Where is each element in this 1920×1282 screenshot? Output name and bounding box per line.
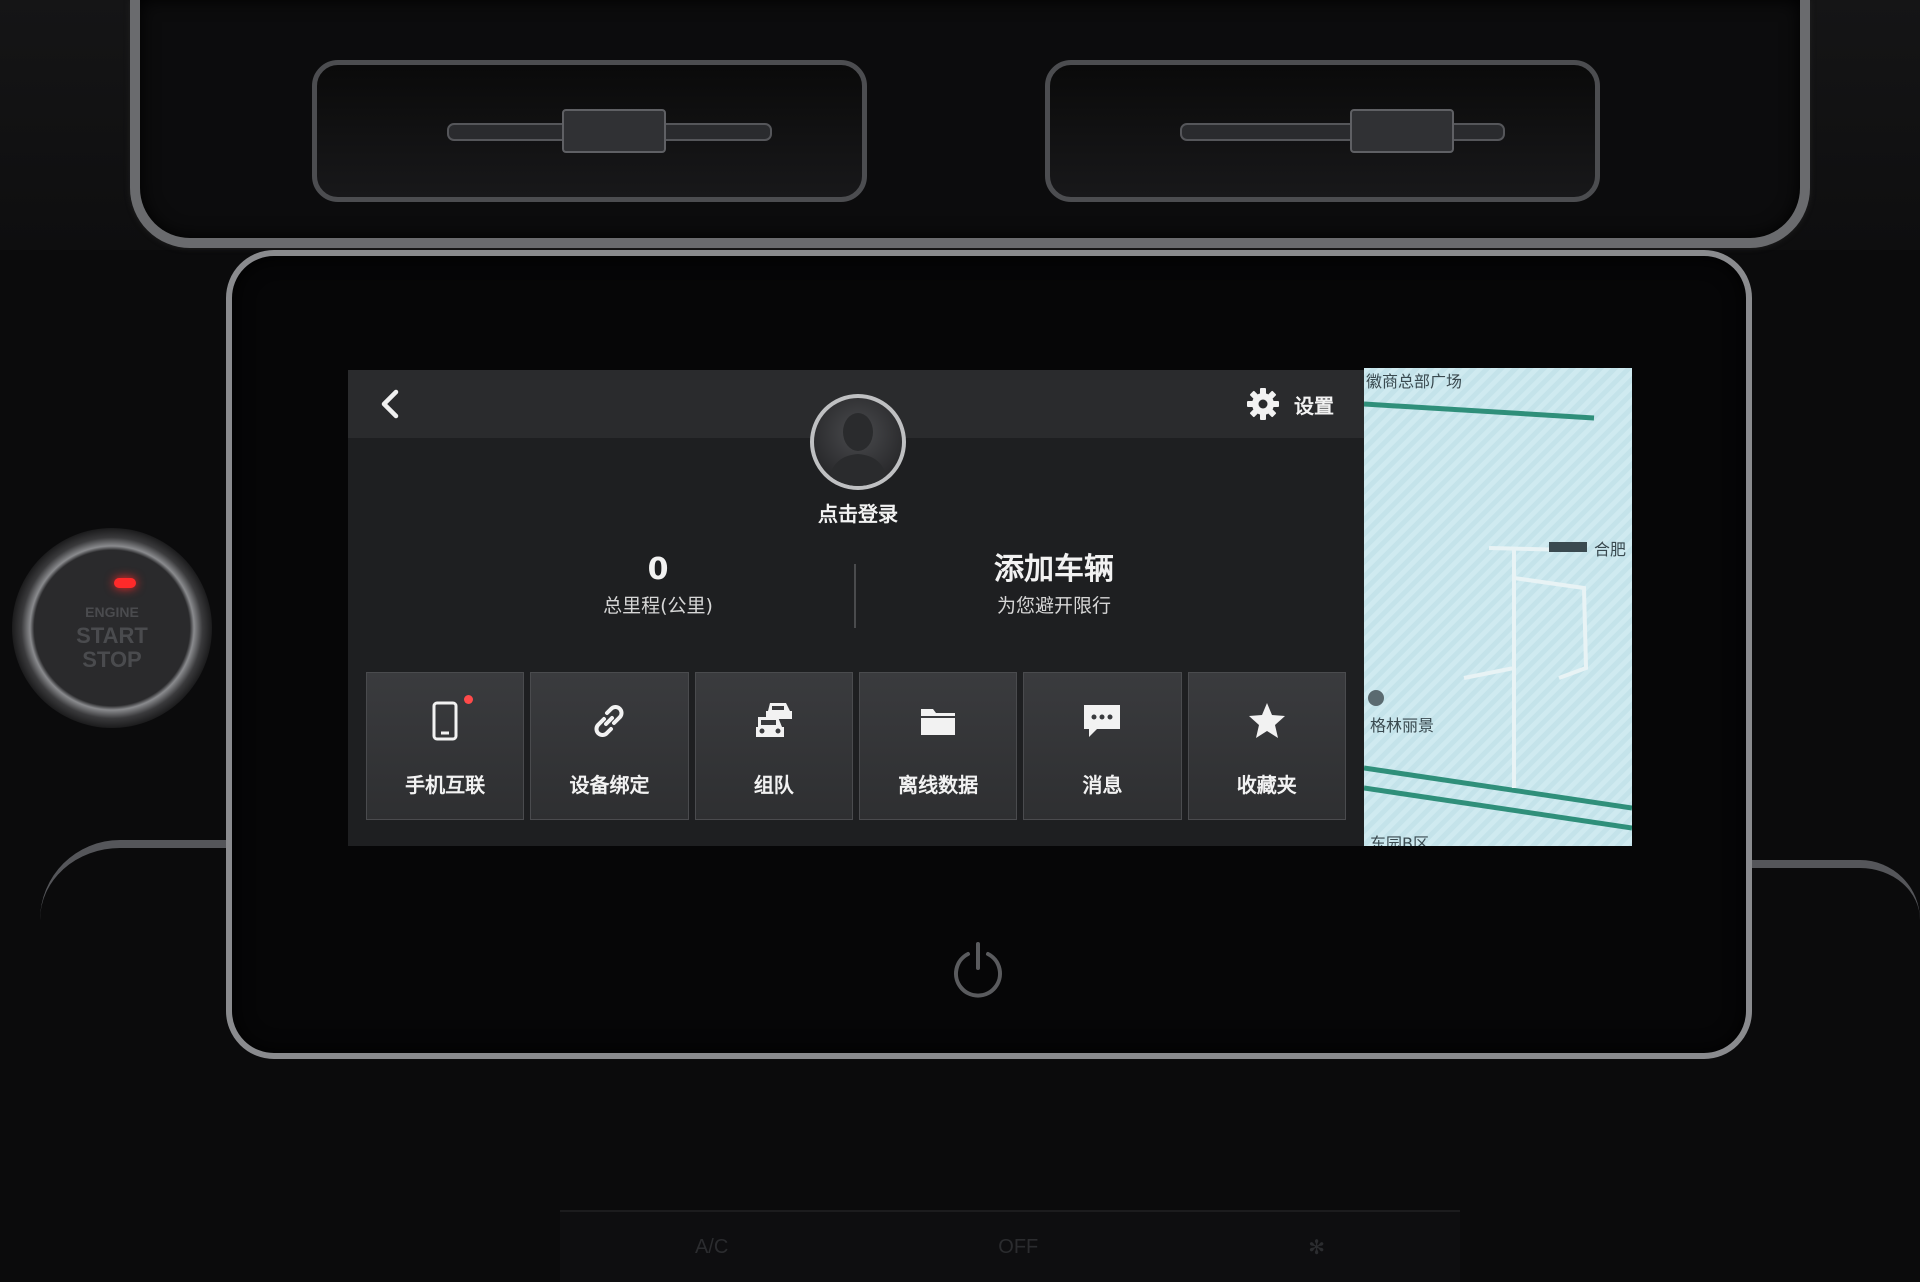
tile-messages[interactable]: 消息 <box>1023 672 1182 820</box>
tile-label: 离线数据 <box>898 773 979 797</box>
chevron-left-icon <box>381 389 399 419</box>
off-button[interactable]: OFF <box>998 1236 1038 1259</box>
power-icon[interactable] <box>950 938 1006 998</box>
team-cars-icon <box>755 703 792 737</box>
phone-icon <box>432 701 458 741</box>
user-avatar[interactable] <box>810 394 906 490</box>
map-panel[interactable]: 徽商总部广场 合肥 格林丽景 东园B区 <box>1364 368 1632 846</box>
stats-divider <box>854 564 856 628</box>
gear-icon <box>1247 388 1279 420</box>
feature-tiles: 手机互联 设备绑定 组队 离线数据 消息 收藏夹 <box>366 672 1346 820</box>
air-vent-trim <box>130 0 1810 248</box>
stats-row: 0 总里程(公里) 添加车辆 为您避开限行 <box>348 550 1364 640</box>
user-silhouette-icon <box>828 413 888 486</box>
air-vent-right[interactable] <box>1045 60 1600 202</box>
add-vehicle-subtitle: 为您避开限行 <box>996 595 1111 617</box>
add-vehicle-button[interactable]: 添加车辆 为您避开限行 <box>904 550 1204 622</box>
notification-dot <box>464 695 473 704</box>
air-vent-left[interactable] <box>312 60 867 202</box>
tile-label: 收藏夹 <box>1236 773 1297 797</box>
fan-icon[interactable]: ✻ <box>1308 1235 1325 1260</box>
tile-offline-data[interactable]: 离线数据 <box>858 672 1018 820</box>
star-icon <box>1248 703 1285 738</box>
mileage-label: 总里程(公里) <box>603 595 713 617</box>
vent-slat <box>1180 123 1505 141</box>
dash-trim-right <box>1740 860 1920 988</box>
tile-phone-link[interactable]: 手机互联 <box>366 672 525 820</box>
back-button[interactable] <box>370 384 410 424</box>
map-label: 徽商总部广场 <box>1366 372 1463 391</box>
tile-device-binding[interactable]: 设备绑定 <box>530 672 689 820</box>
tile-favorites[interactable]: 收藏夹 <box>1187 672 1346 820</box>
tile-team[interactable]: 组队 <box>694 672 853 820</box>
dashboard-top <box>0 0 1920 250</box>
engine-start-stop-button[interactable]: ENGINE START STOP <box>12 528 212 728</box>
climate-control-bar: A/C OFF ✻ <box>560 1210 1460 1282</box>
settings-label: 设置 <box>1294 393 1334 418</box>
message-icon <box>1084 705 1121 737</box>
mileage-value: 0 <box>647 552 669 587</box>
vent-knob[interactable] <box>562 109 666 153</box>
tile-label: 手机互联 <box>405 773 486 797</box>
mileage-stat: 0 总里程(公里) <box>508 550 808 622</box>
link-icon <box>594 705 624 737</box>
map-label: 格林丽景 <box>1370 716 1435 735</box>
ac-button[interactable]: A/C <box>695 1236 728 1259</box>
folder-icon <box>921 709 956 735</box>
tile-label: 设备绑定 <box>569 773 650 797</box>
tile-label: 组队 <box>753 773 794 797</box>
tile-label: 消息 <box>1082 773 1123 797</box>
add-vehicle-title: 添加车辆 <box>994 552 1114 587</box>
map-label: 合肥 <box>1594 540 1627 559</box>
dash-trim-left <box>40 840 230 1008</box>
map-roads <box>1364 401 1632 831</box>
map-label: 东园B区 <box>1370 834 1429 846</box>
settings-button[interactable]: 设置 <box>1246 384 1334 424</box>
start-indicator-led <box>114 578 136 588</box>
infotainment-display: 点击登录 设置 0 总里程(公里) 添加车辆 为您避开限行 手机互联 设备绑定 … <box>348 368 1632 846</box>
login-link[interactable]: 点击登录 <box>768 498 948 527</box>
vent-knob[interactable] <box>1350 109 1454 153</box>
start-button-text: ENGINE START STOP <box>76 604 148 672</box>
